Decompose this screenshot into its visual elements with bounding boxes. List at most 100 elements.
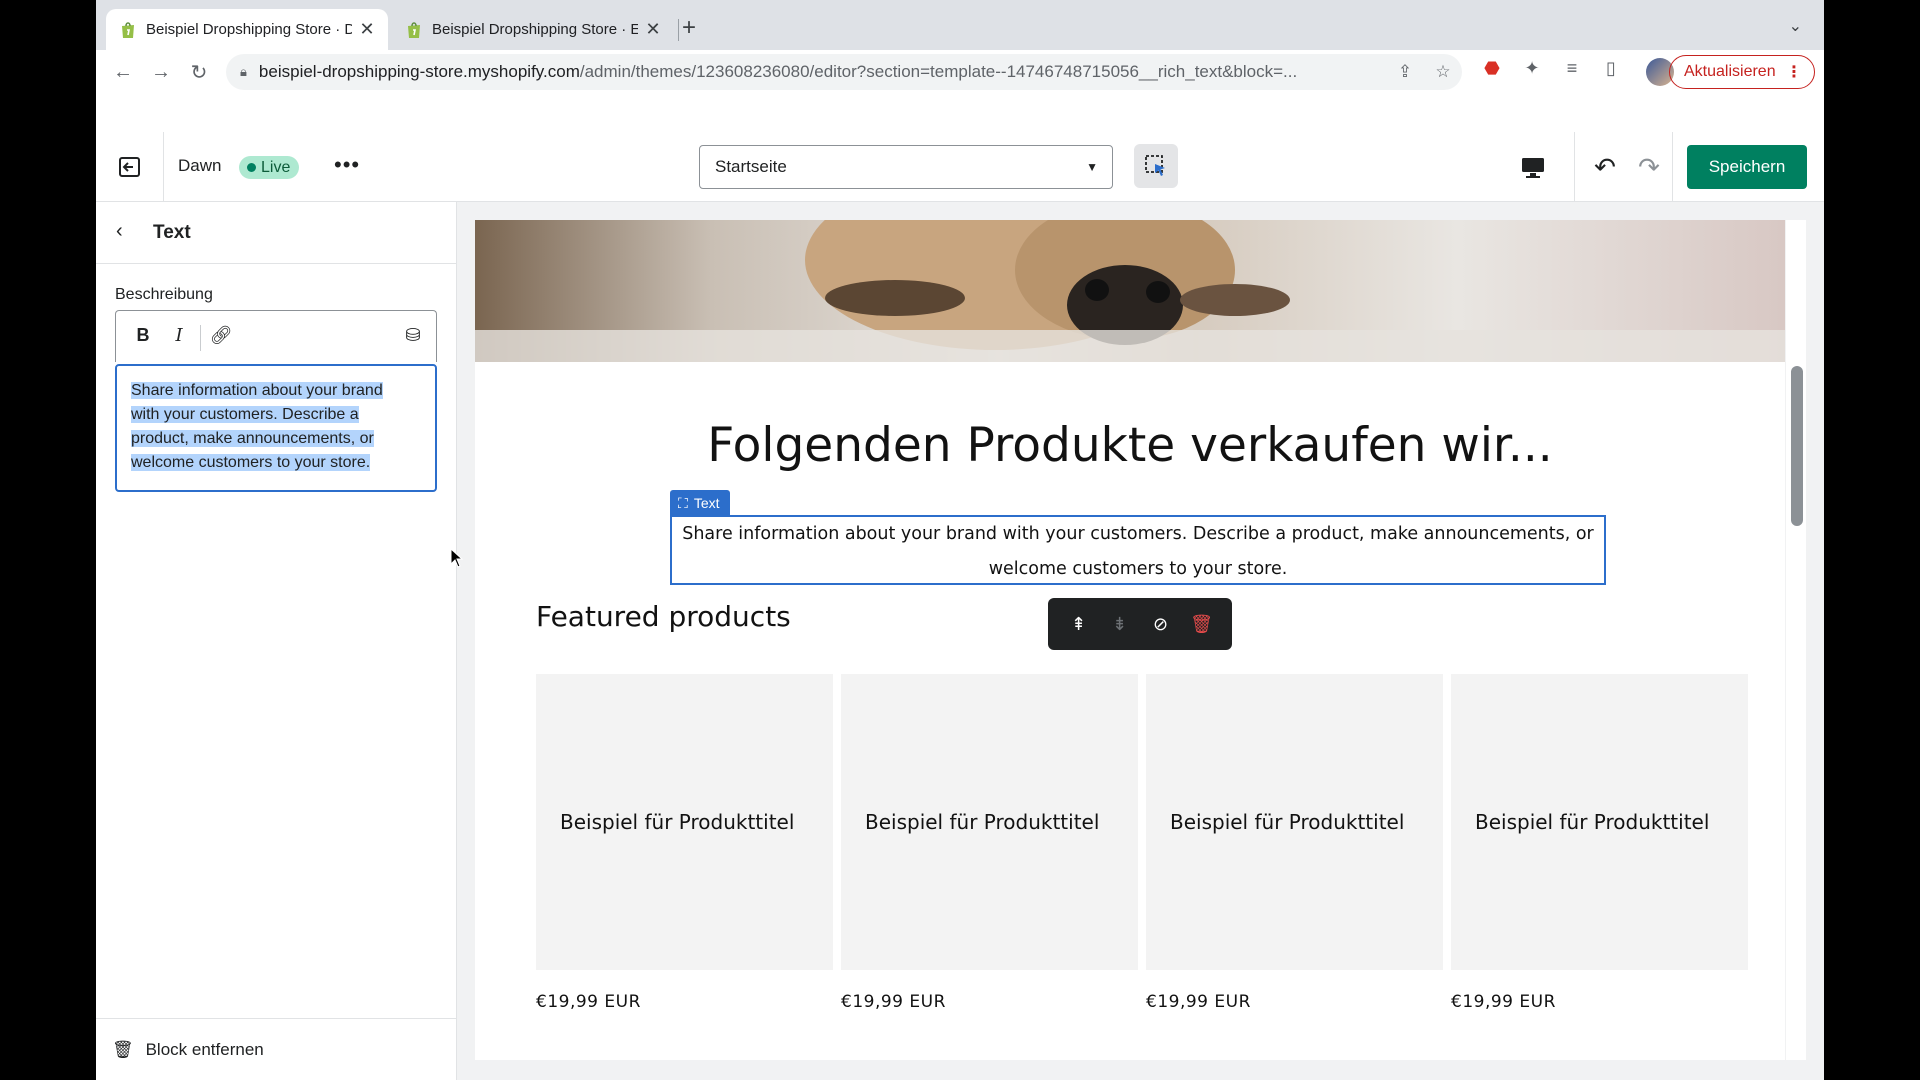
- caret-down-icon: ▼: [1086, 160, 1098, 174]
- status-badge: Live: [239, 156, 300, 179]
- product-card[interactable]: Beispiel für Produkttitel: [1451, 674, 1748, 970]
- select-cursor-icon: [1145, 155, 1165, 176]
- browser-window: Beispiel Dropshipping Store · D ✕ Beispi…: [96, 0, 1824, 1080]
- divider: [1672, 132, 1673, 202]
- back-arrow-icon[interactable]: ←: [104, 61, 142, 84]
- storefront-preview: Folgenden Produkte verkaufen wir... ⛶ Tex…: [475, 220, 1785, 1060]
- desktop-icon: [1522, 158, 1544, 178]
- redo-icon[interactable]: ↷: [1633, 152, 1665, 184]
- update-label: Aktualisieren: [1684, 63, 1776, 80]
- divider: [200, 325, 201, 351]
- inspector-button[interactable]: [1134, 144, 1178, 188]
- move-up-icon[interactable]: ⇞: [1064, 614, 1094, 635]
- shopify-bag-icon: [122, 21, 134, 38]
- page-headline: Folgenden Produkte verkaufen wir...: [707, 418, 1553, 473]
- exit-editor-button[interactable]: [96, 132, 164, 202]
- adblock-extension-icon[interactable]: ⬣: [1477, 58, 1507, 79]
- media-queue-icon[interactable]: ≡: [1557, 58, 1587, 79]
- side-panel-icon[interactable]: ▯: [1596, 58, 1626, 79]
- delete-icon[interactable]: 🗑︎: [1187, 614, 1217, 635]
- sidebar-title: Text: [153, 222, 191, 243]
- browser-tab-1[interactable]: Beispiel Dropshipping Store · D ✕: [106, 9, 388, 50]
- preview-area: Folgenden Produkte verkaufen wir... ⛶ Tex…: [457, 202, 1824, 1080]
- save-button[interactable]: Speichern: [1687, 145, 1807, 189]
- text-block[interactable]: Share information about your brand with …: [670, 515, 1606, 585]
- share-icon[interactable]: ⇪: [1386, 62, 1424, 82]
- move-down-icon[interactable]: ⇟: [1105, 614, 1135, 635]
- chevron-down-icon[interactable]: ⌄: [1789, 16, 1802, 36]
- rich-text-toolbar: B I 🔗︎ ⛁: [115, 310, 437, 362]
- live-dot-icon: [247, 163, 256, 172]
- puzzle-extensions-icon[interactable]: ✦: [1517, 58, 1547, 79]
- text-line: welcome customers to your store.: [988, 559, 1288, 579]
- mouse-cursor-icon: [450, 548, 464, 568]
- url-host: beispiel-dropshipping-store.myshopify.co…: [258, 62, 580, 81]
- featured-title: Featured products: [536, 600, 791, 633]
- divider: [1574, 132, 1575, 202]
- product-card[interactable]: Beispiel für Produkttitel: [841, 674, 1138, 970]
- chevron-left-icon[interactable]: ‹: [116, 220, 123, 243]
- dog-image: [475, 220, 1785, 362]
- trash-icon: 🗑︎: [112, 1039, 134, 1059]
- link-icon[interactable]: 🔗︎: [208, 325, 234, 351]
- product-title: Beispiel für Produkttitel: [1170, 810, 1405, 834]
- settings-sidebar: ‹ Text Beschreibung B I 🔗︎ ⛁ Share infor…: [96, 202, 457, 1080]
- product-title: Beispiel für Produkttitel: [865, 810, 1100, 834]
- text-tag-label: Text: [693, 495, 720, 511]
- desktop-view-button[interactable]: [1516, 151, 1550, 185]
- tab-strip: Beispiel Dropshipping Store · D ✕ Beispi…: [96, 0, 1824, 50]
- page-select[interactable]: Startseite ▼: [699, 145, 1113, 189]
- live-label: Live: [261, 158, 291, 176]
- hide-eye-icon[interactable]: ⊘: [1146, 614, 1176, 635]
- star-icon[interactable]: ☆: [1424, 62, 1462, 82]
- close-tab-icon[interactable]: ✕: [358, 19, 376, 40]
- product-price: €19,99 EUR: [1451, 992, 1556, 1012]
- hero-image: [475, 220, 1785, 362]
- field-label: Beschreibung: [115, 286, 213, 303]
- text-line: Share information about your brand with …: [682, 524, 1594, 544]
- address-bar[interactable]: 🔒︎ beispiel-dropshipping-store.myshopify…: [226, 54, 1462, 90]
- shopify-bag-icon: [408, 21, 420, 38]
- rte-line: Share information about your brand: [131, 382, 383, 399]
- description-editor[interactable]: Share information about your brand with …: [115, 364, 437, 492]
- exit-icon: [118, 157, 140, 177]
- close-tab-icon[interactable]: ✕: [644, 19, 662, 40]
- more-actions-icon[interactable]: •••: [334, 152, 360, 178]
- page-select-value: Startseite: [715, 157, 787, 176]
- new-tab-icon[interactable]: +: [682, 14, 696, 42]
- preview-scrollbar[interactable]: [1786, 220, 1806, 1060]
- product-title: Beispiel für Produkttitel: [1475, 810, 1710, 834]
- scrollbar-thumb[interactable]: [1791, 366, 1803, 526]
- remove-block-label: Block entfernen: [145, 1039, 264, 1059]
- lock-icon: 🔒︎: [240, 64, 247, 79]
- undo-icon[interactable]: ↶: [1589, 152, 1621, 184]
- rte-line: welcome customers to your store.: [131, 454, 371, 471]
- more-vertical-icon: ⋮: [1786, 64, 1802, 81]
- selected-block-tag: ⛶ Text: [670, 490, 730, 516]
- tab-title: Beispiel Dropshipping Store · D: [146, 21, 352, 38]
- update-button[interactable]: Aktualisieren ⋮: [1669, 55, 1815, 89]
- product-price: €19,99 EUR: [1146, 992, 1251, 1012]
- rte-line: with your customers. Describe a: [131, 406, 359, 423]
- editor-header: Dawn Live ••• Startseite ▼ ↶ ↷ Speichern: [96, 132, 1824, 202]
- sidebar-header: ‹ Text: [96, 202, 456, 264]
- bold-icon[interactable]: B: [130, 325, 156, 351]
- italic-icon[interactable]: I: [166, 325, 192, 351]
- remove-block-button[interactable]: 🗑︎ Block entfernen: [96, 1018, 456, 1080]
- theme-name: Dawn: [178, 156, 222, 175]
- reload-icon[interactable]: ↻: [180, 60, 218, 85]
- product-price: €19,99 EUR: [841, 992, 946, 1012]
- url-path: /admin/themes/123608236080/editor?sectio…: [579, 62, 1298, 81]
- block-select-icon: ⛶: [678, 494, 688, 511]
- block-toolbar: ⇞ ⇟ ⊘ 🗑︎: [1048, 598, 1232, 650]
- browser-toolbar: ← → ↻ 🔒︎ beispiel-dropshipping-store.mys…: [96, 50, 1824, 94]
- product-price: €19,99 EUR: [536, 992, 641, 1012]
- insert-dynamic-source-icon[interactable]: ⛁: [400, 325, 426, 351]
- product-title: Beispiel für Produkttitel: [560, 810, 795, 834]
- tab-title: Beispiel Dropshipping Store · E: [432, 21, 638, 38]
- browser-tab-2[interactable]: Beispiel Dropshipping Store · E ✕: [392, 9, 674, 50]
- rte-line: product, make announcements, or: [131, 430, 374, 447]
- forward-arrow-icon[interactable]: →: [142, 61, 180, 84]
- product-card[interactable]: Beispiel für Produkttitel: [536, 674, 833, 970]
- product-card[interactable]: Beispiel für Produkttitel: [1146, 674, 1443, 970]
